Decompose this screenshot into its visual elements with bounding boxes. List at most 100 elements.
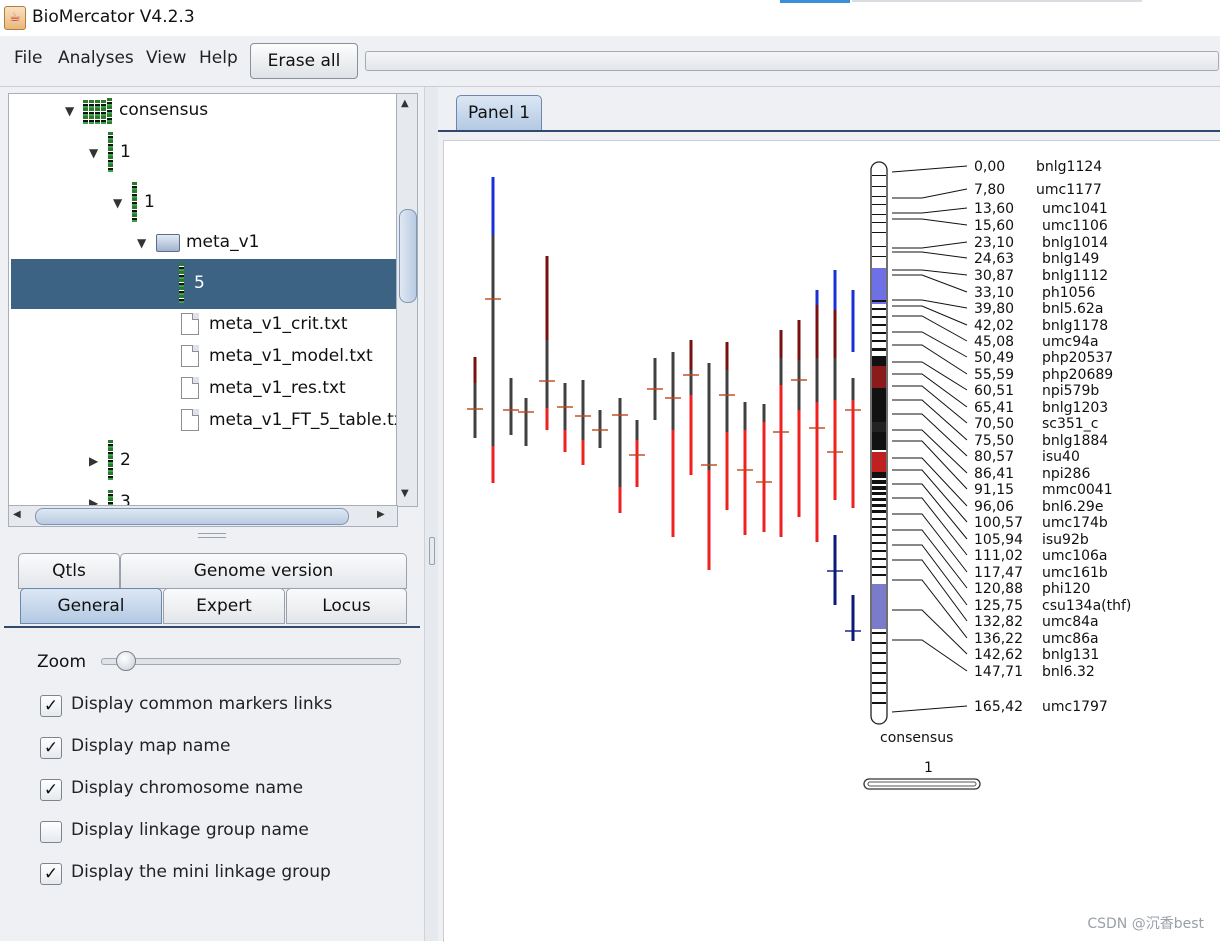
marker-link <box>892 497 968 556</box>
chromosome-band <box>872 702 886 704</box>
marker-name: bnlg1014 <box>1042 235 1108 251</box>
checkbox-label: Display map name <box>71 736 231 756</box>
expand-arrow-icon[interactable]: ▼ <box>65 104 74 118</box>
marker-link <box>892 299 968 309</box>
consensus-map-icon <box>83 98 113 124</box>
marker-name: npi286 <box>1042 466 1090 482</box>
project-tree[interactable]: ▼ consensus ▼ 1 ▼ 1 ▼ meta_v1 5 meta_v1_… <box>8 93 398 507</box>
map-name-label: consensus <box>880 730 953 746</box>
tab-expert[interactable]: Expert <box>163 588 285 624</box>
progress-bar <box>365 51 1219 71</box>
splitter-grip[interactable] <box>198 533 226 538</box>
expand-arrow-icon[interactable]: ▼ <box>89 146 98 160</box>
marker-name: csu134a(thf) <box>1042 598 1131 614</box>
marker-position: 55,59 <box>974 367 1014 383</box>
chromosome-band <box>872 324 886 326</box>
marker-name: umc161b <box>1042 565 1108 581</box>
scroll-down-icon[interactable]: ▼ <box>401 488 409 499</box>
chromosome-icon <box>132 182 137 222</box>
expand-arrow-icon[interactable]: ▼ <box>137 236 146 250</box>
marker-name: php20689 <box>1042 367 1113 383</box>
tab-panel-1[interactable]: Panel 1 <box>456 95 542 131</box>
collapse-arrow-icon[interactable]: ▶ <box>89 454 98 468</box>
marker-link <box>892 639 968 672</box>
chromosome-band <box>872 498 886 501</box>
tree-file-res[interactable]: meta_v1_res.txt <box>209 378 346 408</box>
tree-item-meta-v1[interactable]: meta_v1 <box>186 232 259 262</box>
marker-position: 142,62 <box>974 647 1023 663</box>
erase-all-button[interactable]: Erase all <box>250 43 358 79</box>
marker-link <box>892 385 968 424</box>
tab-general[interactable]: General <box>20 588 162 624</box>
menu-analyses[interactable]: Analyses <box>58 48 134 68</box>
chromosome-band <box>872 558 886 560</box>
expand-arrow-icon[interactable]: ▼ <box>113 196 122 210</box>
scroll-thumb[interactable] <box>399 209 417 303</box>
scroll-left-icon[interactable]: ◀ <box>13 509 21 520</box>
chromosome-band <box>872 186 886 187</box>
tree-file-model[interactable]: meta_v1_model.txt <box>209 346 373 376</box>
marker-name: umc174b <box>1042 515 1108 531</box>
tree-item-selected[interactable]: 5 <box>11 259 397 309</box>
menu-file[interactable]: File <box>14 48 42 68</box>
marker-position: 91,15 <box>974 482 1014 498</box>
marker-link <box>892 457 968 507</box>
marker-link <box>891 165 968 173</box>
marker-position: 80,57 <box>974 449 1014 465</box>
menu-view[interactable]: View <box>146 48 186 68</box>
marker-link <box>892 373 968 408</box>
chromosome-band <box>872 332 886 334</box>
folder-icon <box>156 234 180 252</box>
tree-file-crit[interactable]: meta_v1_crit.txt <box>209 314 348 344</box>
scroll-up-icon[interactable]: ▲ <box>401 98 409 109</box>
chromosome-band <box>872 204 886 205</box>
tab-locus[interactable]: Locus <box>286 588 407 624</box>
map-canvas[interactable]: 0,00 bnlg1124 7,80 umc1177 13,60 umc1041 15,60… <box>443 140 1220 942</box>
tree-item-linkage-group-1[interactable]: 1 <box>144 192 155 222</box>
zoom-slider[interactable] <box>101 658 401 665</box>
tab-genome-version[interactable]: Genome version <box>120 553 407 589</box>
scroll-thumb[interactable] <box>35 508 349 525</box>
marker-position: 0,00 <box>974 159 1005 175</box>
checkbox-icon[interactable]: ✓ <box>40 737 62 759</box>
checkbox-icon[interactable]: ✓ <box>40 695 62 717</box>
left-pane: ▼ consensus ▼ 1 ▼ 1 ▼ meta_v1 5 meta_v1_… <box>0 87 424 941</box>
chromosome-band <box>872 232 886 233</box>
marker-position: 23,10 <box>974 235 1014 251</box>
tree-file-ft-table[interactable]: meta_v1_FT_5_table.txt <box>209 410 397 440</box>
consensus-map-drawing[interactable]: 0,00 bnlg1124 7,80 umc1177 13,60 umc1041 15,60… <box>444 141 1220 942</box>
horizontal-splitter[interactable] <box>0 531 424 539</box>
tree-item-chromosome-1[interactable]: 1 <box>120 142 131 172</box>
checkbox-icon[interactable]: ✓ <box>40 863 62 885</box>
checkbox-icon[interactable]: ✓ <box>40 779 62 801</box>
menu-help[interactable]: Help <box>199 48 238 68</box>
chromosome-band <box>872 196 886 197</box>
zoom-label: Zoom <box>37 652 87 672</box>
chromosome-band <box>872 300 886 302</box>
scroll-right-icon[interactable]: ▶ <box>377 509 385 520</box>
marker-link <box>892 544 968 606</box>
chromosome-band <box>872 526 886 528</box>
marker-name: umc106a <box>1042 548 1108 564</box>
marker-position: 13,60 <box>974 201 1014 217</box>
checkbox-icon[interactable] <box>40 821 62 843</box>
tree-item-consensus[interactable]: consensus <box>119 100 208 130</box>
marker-position: 75,50 <box>974 433 1014 449</box>
splitter-grip[interactable] <box>429 537 435 565</box>
tree-vertical-scrollbar[interactable]: ▲ ▼ <box>396 93 418 507</box>
panel-tab-divider <box>438 130 1220 132</box>
tab-qtls[interactable]: Qtls <box>18 553 120 589</box>
marker-link <box>892 344 968 375</box>
marker-link <box>892 399 968 441</box>
zoom-slider-knob[interactable] <box>116 651 136 671</box>
watermark: CSDN @沉香best <box>1087 916 1204 932</box>
marker-name: isu40 <box>1042 449 1080 465</box>
chromosome-band <box>872 574 886 576</box>
marker-name: bnlg1203 <box>1042 400 1108 416</box>
chromosome-band <box>872 256 886 257</box>
marker-link <box>892 513 968 573</box>
vertical-splitter[interactable] <box>424 87 439 941</box>
tree-horizontal-scrollbar[interactable]: ◀ ▶ <box>8 505 398 527</box>
marker-name: php20537 <box>1042 350 1113 366</box>
tree-item-chromosome-2[interactable]: 2 <box>120 450 131 480</box>
